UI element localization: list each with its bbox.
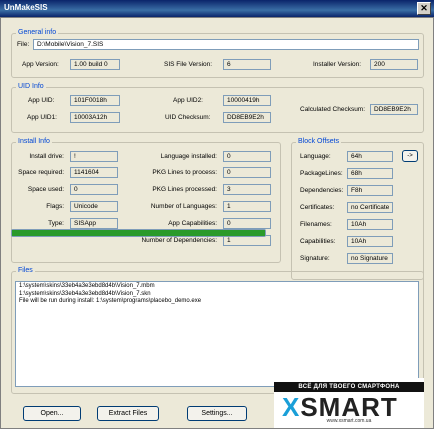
app-capabilities-label: App Capabilities: bbox=[168, 220, 217, 227]
calc-checksum-label: Calculated Checksum: bbox=[300, 106, 366, 113]
num-dependencies-label: Number of Dependencies: bbox=[141, 237, 217, 244]
xsmart-watermark: ВСЁ ДЛЯ ТВОЕГО СМАРТФОНА XSMART www.xsma… bbox=[274, 378, 424, 428]
install-info-title: Install Info bbox=[16, 138, 52, 145]
files-list[interactable]: 1:\system\skins\33eb4a3e3ebd8d4b\Vision_… bbox=[15, 281, 419, 387]
block-offsets-title: Block Offsets bbox=[296, 138, 342, 145]
file-path-field[interactable]: D:\Mobile\Vision_7.SIS bbox=[33, 39, 419, 50]
app-version-field: 1.00 build 0 bbox=[70, 59, 120, 70]
package-lines-label: PackageLines: bbox=[300, 170, 343, 177]
app-uid-field: 101F0018h bbox=[70, 95, 120, 106]
uid-checksum-field: DD8EB9E2h bbox=[223, 112, 271, 123]
block-offsets-group: Block Offsets Language: 64h -> PackageLi… bbox=[291, 138, 424, 280]
pkg-to-process-field: 0 bbox=[223, 167, 271, 178]
watermark-url: www.xsmart.com.ua bbox=[326, 418, 372, 424]
filenames-label: Filenames: bbox=[300, 221, 332, 228]
installer-version-field: 200 bbox=[370, 59, 418, 70]
window-title: UnMakeSIS bbox=[4, 3, 48, 12]
app-version-label: App Version: bbox=[22, 61, 59, 68]
flags-label: Flags: bbox=[46, 203, 64, 210]
language-label: Language: bbox=[300, 153, 331, 160]
file-label: File: bbox=[17, 41, 30, 48]
install-drive-label: Install drive: bbox=[29, 153, 64, 160]
list-item[interactable]: File will be run during install: 1:\syst… bbox=[19, 298, 415, 306]
general-info-title: General info bbox=[16, 29, 59, 36]
watermark-banner: ВСЁ ДЛЯ ТВОЕГО СМАРТФОНА bbox=[274, 382, 424, 392]
app-uid1-label: App UID1: bbox=[27, 114, 57, 121]
list-item[interactable]: 1:\system\skins\33eb4a3e3ebd8d4b\Vision_… bbox=[19, 291, 415, 299]
filenames-field: 10Ah bbox=[347, 219, 393, 230]
lang-installed-field: 0 bbox=[223, 151, 271, 162]
signature-field: no Signature bbox=[347, 253, 393, 264]
extract-files-button[interactable]: Extract Files bbox=[97, 406, 159, 421]
flags-field: Unicode bbox=[70, 201, 118, 212]
app-uid2-label: App UID2: bbox=[173, 97, 203, 104]
uid-info-title: UID Info bbox=[16, 83, 46, 90]
progress-bar bbox=[11, 229, 266, 237]
type-field: SISApp bbox=[70, 218, 118, 229]
installer-version-label: Installer Version: bbox=[313, 61, 362, 68]
app-uid-label: App UID: bbox=[28, 97, 55, 104]
progress-fill bbox=[12, 230, 265, 236]
main-window: General info File: D:\Mobile\Vision_7.SI… bbox=[0, 17, 434, 429]
certificates-field: no Certificate bbox=[347, 202, 393, 213]
type-label: Type: bbox=[48, 220, 64, 227]
close-button[interactable]: ✕ bbox=[417, 2, 431, 15]
space-used-field: 0 bbox=[70, 184, 118, 195]
uid-info-group: UID Info App UID: 101F0018h App UID1: 10… bbox=[11, 83, 424, 133]
pkg-to-process-label: PKG Lines to process: bbox=[152, 169, 217, 176]
space-required-label: Space required: bbox=[18, 169, 64, 176]
close-icon: ✕ bbox=[420, 3, 428, 13]
app-uid1-field: 10003A12h bbox=[70, 112, 120, 123]
open-button[interactable]: Open... bbox=[23, 406, 81, 421]
capabilities-field: 10Ah bbox=[347, 236, 393, 247]
title-bar: UnMakeSIS ✕ bbox=[0, 0, 434, 17]
language-field: 64h bbox=[347, 151, 393, 162]
pkg-processed-label: PKG Lines processed: bbox=[152, 186, 217, 193]
install-info-group: Install Info Install drive: ! Space requ… bbox=[11, 138, 281, 263]
num-languages-label: Number of Languages: bbox=[150, 203, 217, 210]
sis-version-field: 6 bbox=[223, 59, 271, 70]
install-drive-field: ! bbox=[70, 151, 118, 162]
certificates-label: Certificates: bbox=[300, 204, 335, 211]
space-used-label: Space used: bbox=[27, 186, 64, 193]
dependencies-field: F8h bbox=[347, 185, 393, 196]
general-info-group: General info File: D:\Mobile\Vision_7.SI… bbox=[11, 29, 424, 78]
space-required-field: 1141604 bbox=[70, 167, 118, 178]
pkg-processed-field: 3 bbox=[223, 184, 271, 195]
files-title: Files bbox=[16, 267, 35, 274]
signature-label: Signature: bbox=[300, 255, 330, 262]
dependencies-label: Dependencies: bbox=[300, 187, 344, 194]
language-arrow-button[interactable]: -> bbox=[402, 150, 418, 162]
num-languages-field: 1 bbox=[223, 201, 271, 212]
sis-version-label: SIS File Version: bbox=[164, 61, 213, 68]
app-capabilities-field: 0 bbox=[223, 218, 271, 229]
lang-installed-label: Language installed: bbox=[160, 153, 217, 160]
app-uid2-field: 10000419h bbox=[223, 95, 271, 106]
uid-checksum-label: UID Checksum: bbox=[165, 114, 211, 121]
settings-button[interactable]: Settings... bbox=[187, 406, 247, 421]
calc-checksum-field: DD8EB9E2h bbox=[370, 104, 418, 115]
package-lines-field: 68h bbox=[347, 168, 393, 179]
list-item[interactable]: 1:\system\skins\33eb4a3e3ebd8d4b\Vision_… bbox=[19, 283, 415, 291]
capabilities-label: Capabilities: bbox=[300, 238, 336, 245]
